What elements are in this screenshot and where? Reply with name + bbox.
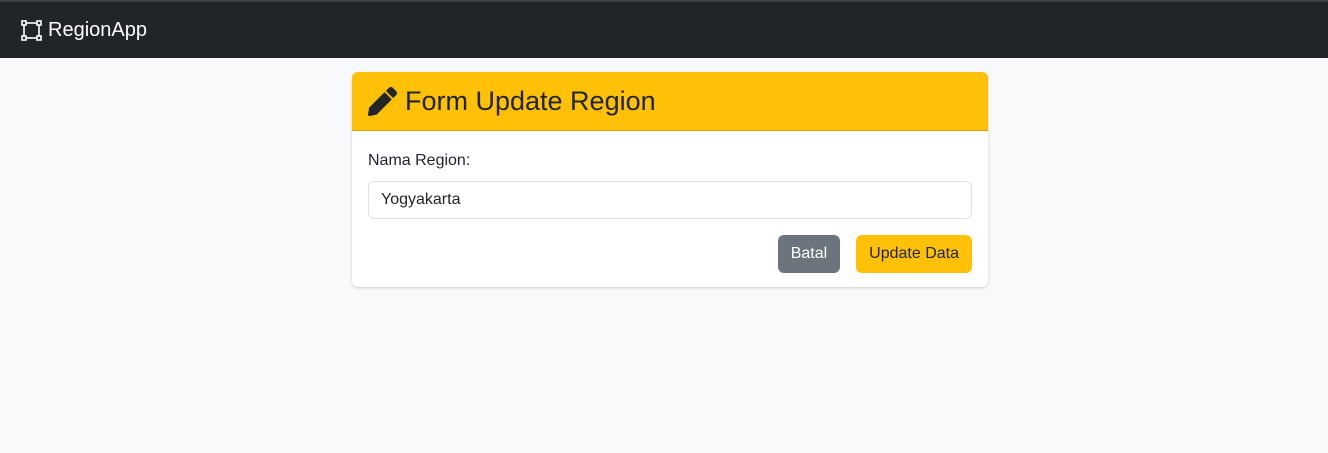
bounding-box-icon — [21, 19, 42, 41]
card-header: Form Update Region — [352, 72, 988, 131]
page-title: Form Update Region — [405, 85, 656, 116]
brand-link[interactable]: RegionApp — [21, 19, 147, 42]
form-actions: Batal Update Data — [368, 235, 972, 273]
update-region-card: Form Update Region Nama Region: Batal Up… — [352, 72, 988, 287]
region-name-input[interactable] — [368, 181, 972, 219]
cancel-button[interactable]: Batal — [777, 235, 841, 273]
pencil-icon — [368, 86, 397, 116]
card-body: Nama Region: Batal Update Data — [352, 131, 988, 287]
update-data-button[interactable]: Update Data — [856, 235, 972, 273]
region-name-label: Nama Region: — [368, 152, 471, 169]
top-navbar: RegionApp — [0, 0, 1328, 58]
brand-label: RegionApp — [48, 18, 147, 41]
